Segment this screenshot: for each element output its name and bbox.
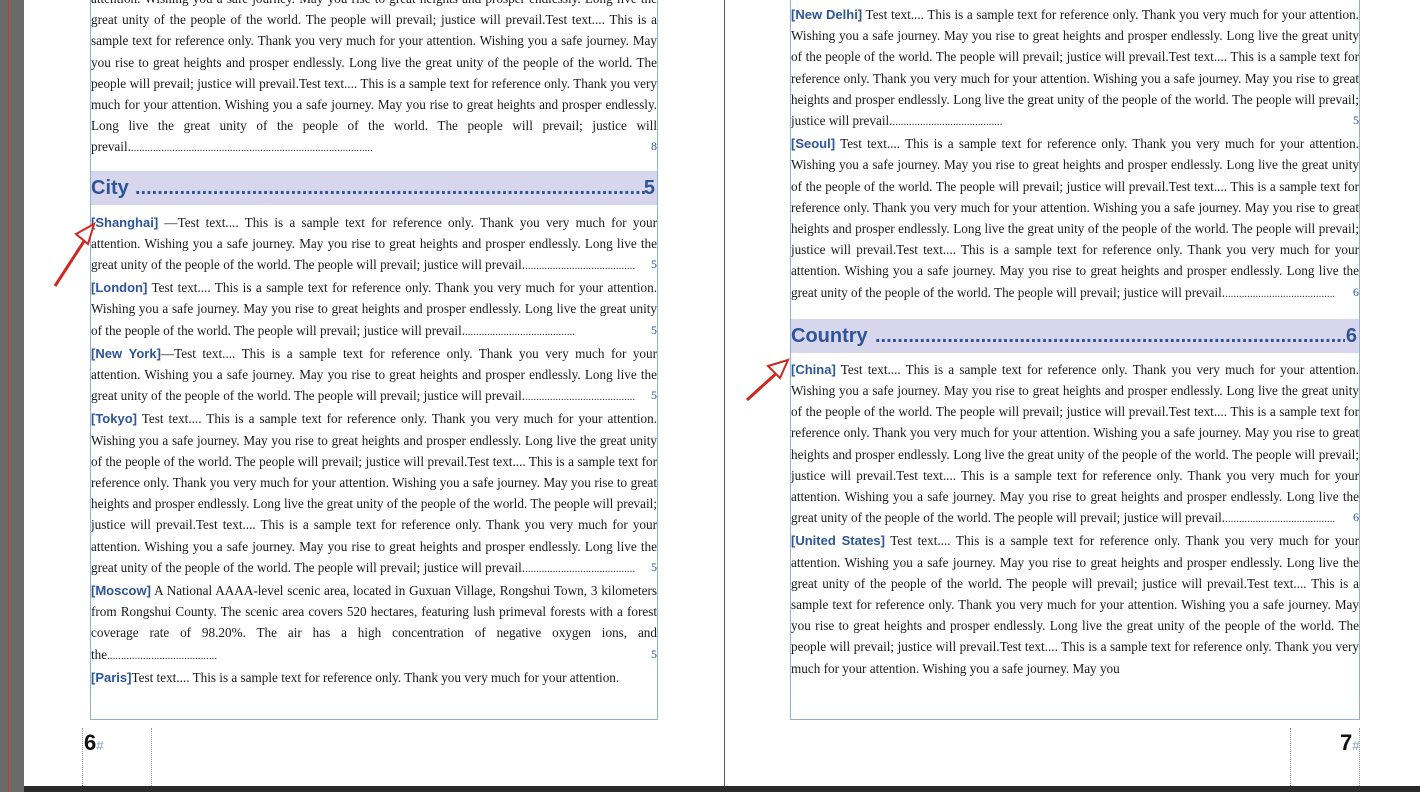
toc-entry: [China] Test text.... This is a sample t… xyxy=(791,359,1359,531)
dot-leader: ........................................ xyxy=(1225,513,1336,526)
section-heading-country: Country ................................… xyxy=(791,318,1359,353)
entry-page-number: 8 xyxy=(651,139,657,154)
entry-page-number: 6 xyxy=(1353,284,1359,299)
toc-entry: [Shanghai] —Test text.... This is a samp… xyxy=(91,212,657,278)
left-entry-list: [Shanghai] —Test text.... This is a samp… xyxy=(91,212,657,688)
workspace-gutter xyxy=(0,0,24,792)
paragraph-mark-icon: # xyxy=(96,738,104,753)
toc-entry: [Tokyo] Test text.... This is a sample t… xyxy=(91,408,657,580)
toc-entry: [Seoul] Test text.... This is a sample t… xyxy=(791,133,1359,305)
right-entry-list-top: [New Delhi] Test text.... This is a samp… xyxy=(791,4,1359,305)
entry-name: [New York] xyxy=(91,345,161,361)
toc-entry: [Paris]Test text.... This is a sample te… xyxy=(91,667,657,688)
dot-leader: ........................................ xyxy=(525,260,636,273)
entry-page-number: 6 xyxy=(1353,510,1359,525)
entry-text: Test text.... This is a sample text for … xyxy=(791,533,1359,676)
heading-title: City xyxy=(91,176,129,199)
entry-text: Test text.... This is a sample text for … xyxy=(791,136,1359,300)
entry-page-number: 5 xyxy=(651,322,657,337)
toc-entry: [United States] Test text.... This is a … xyxy=(791,530,1359,678)
entry-name: [Tokyo] xyxy=(91,411,137,427)
entry-name: [China] xyxy=(791,361,836,377)
right-text-frame[interactable]: [New Delhi] Test text.... This is a samp… xyxy=(790,0,1360,720)
intro-paragraph: attention. Wishing you a safe journey. M… xyxy=(91,0,657,160)
page-divider xyxy=(724,0,725,786)
entry-page-number: 5 xyxy=(651,257,657,272)
dot-leader: ........................................ xyxy=(107,649,218,662)
right-page-number: 7# xyxy=(1340,730,1359,756)
paragraph-mark-icon: # xyxy=(1352,738,1360,753)
entry-name: [Shanghai] xyxy=(91,214,159,230)
page-number-value: 7 xyxy=(1340,730,1353,755)
red-arrow-icon xyxy=(745,358,790,402)
entry-text: Test text.... This is a sample text for … xyxy=(791,361,1359,526)
dot-leader: ........................................ xyxy=(1225,287,1336,300)
heading-page-number: 5 xyxy=(643,176,655,199)
toc-entry: [Moscow] A National AAAA-level scenic ar… xyxy=(91,580,657,667)
red-arrow-icon xyxy=(53,221,96,287)
toc-entry: [New York]—Test text.... This is a sampl… xyxy=(91,343,657,409)
entry-text: Test text.... This is a sample text for … xyxy=(91,411,657,575)
spread-edge xyxy=(24,786,1420,792)
heading-dot-leader: ........................................… xyxy=(135,176,645,199)
dot-leader: ........................................ xyxy=(465,325,576,338)
dot-leader: ........................................… xyxy=(130,142,373,155)
entry-name: [Paris] xyxy=(91,669,132,685)
entry-page-number: 5 xyxy=(651,559,657,574)
intro-text: attention. Wishing you a safe journey. M… xyxy=(91,0,657,155)
heading-title: Country xyxy=(791,324,868,347)
entry-text: Test text.... This is a sample text for … xyxy=(131,669,620,685)
entry-name: [Moscow] xyxy=(91,583,151,599)
left-text-frame[interactable]: attention. Wishing you a safe journey. M… xyxy=(90,0,658,720)
heading-dot-leader: ........................................… xyxy=(875,324,1345,347)
entry-page-number: 5 xyxy=(651,646,657,661)
toc-entry: [New Delhi] Test text.... This is a samp… xyxy=(791,4,1359,133)
toc-entry: [London] Test text.... This is a sample … xyxy=(91,277,657,343)
heading-page-number: 6 xyxy=(1345,324,1357,347)
page-number-value: 6 xyxy=(84,730,97,755)
dot-leader: ........................................ xyxy=(892,116,1003,129)
entry-name: [New Delhi] xyxy=(791,7,863,22)
dot-leader: ........................................ xyxy=(525,391,636,404)
entry-name: [Seoul] xyxy=(791,136,836,152)
left-page-number: 6# xyxy=(84,730,103,756)
right-entry-list-bottom: [China] Test text.... This is a sample t… xyxy=(791,359,1359,679)
dot-leader: ........................................ xyxy=(525,562,636,575)
entry-name: [United States] xyxy=(791,533,885,549)
section-heading-city: City ...................................… xyxy=(91,170,657,205)
entry-page-number: 5 xyxy=(651,388,657,403)
entry-text: Test text.... This is a sample text for … xyxy=(791,7,1359,129)
entry-page-number: 5 xyxy=(1353,113,1359,128)
